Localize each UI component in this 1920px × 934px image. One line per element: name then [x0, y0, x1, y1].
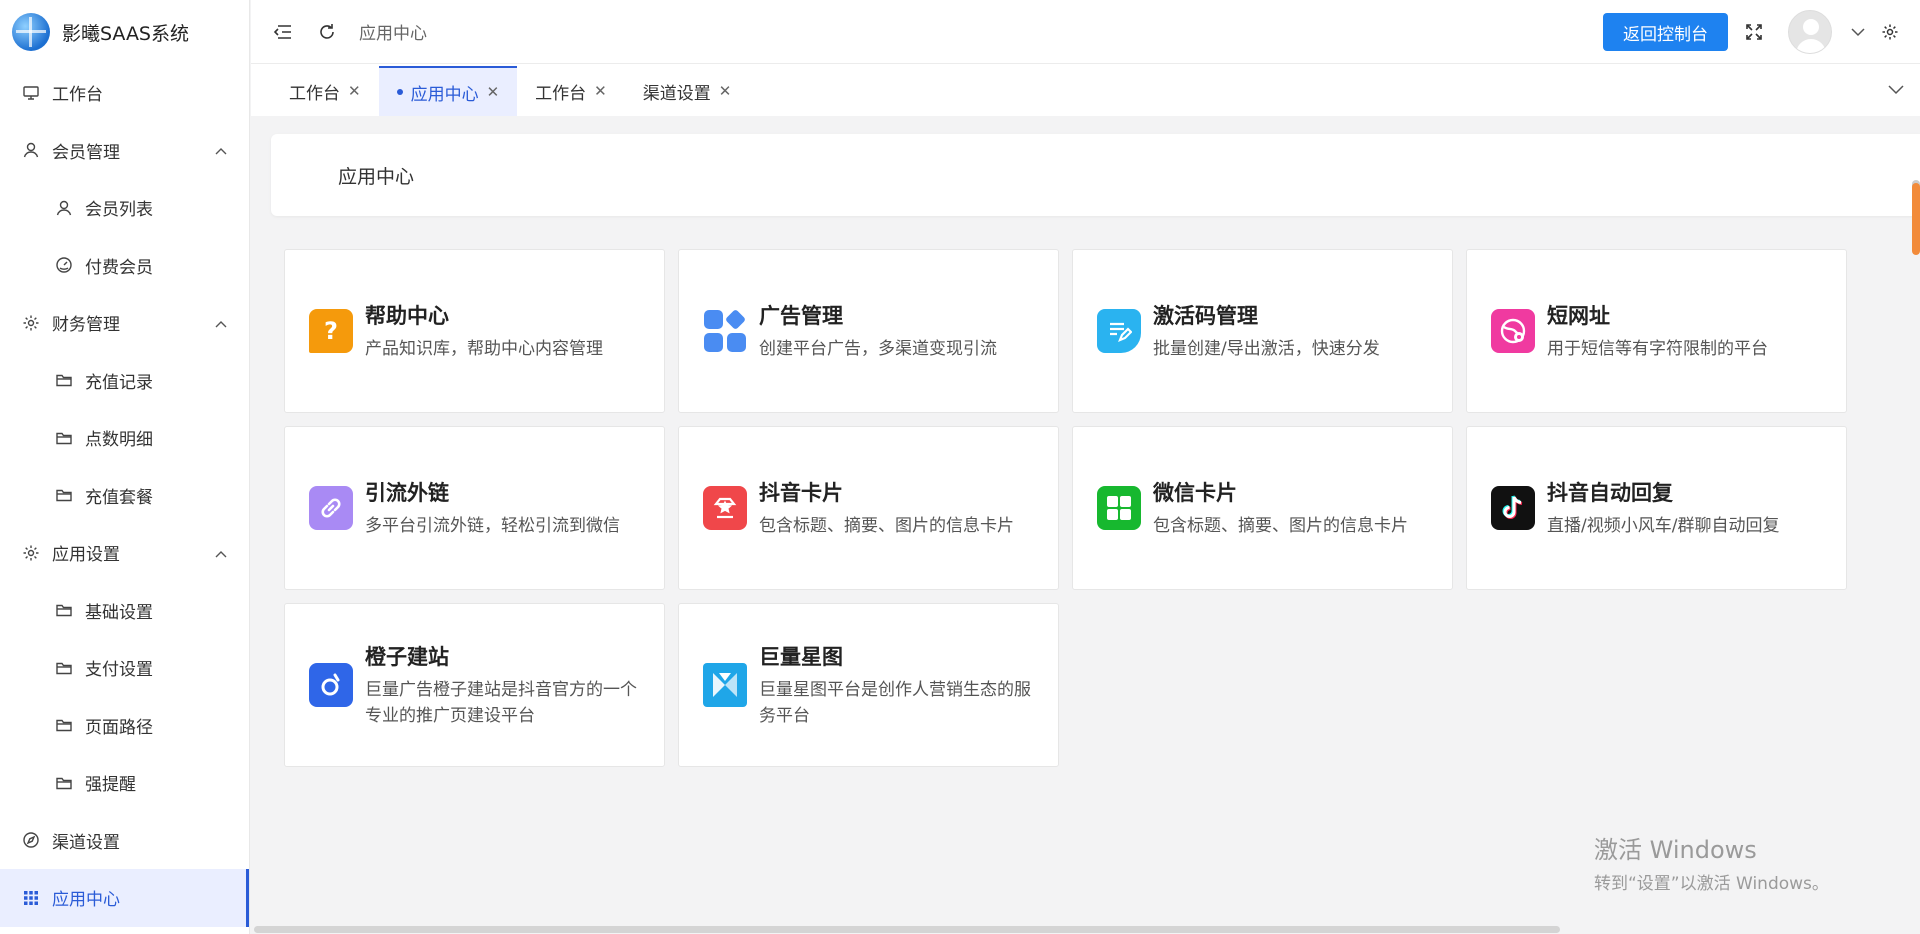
- sidebar-item-member-management[interactable]: 会员管理: [0, 122, 249, 180]
- sidebar-item-page-paths[interactable]: 页面路径: [0, 697, 249, 755]
- page-title: 应用中心: [338, 165, 415, 188]
- folder-icon: [55, 601, 73, 619]
- active-dot-icon: [396, 89, 403, 95]
- header-actions: 返回控制台: [1603, 0, 1902, 64]
- dashboard-icon: [55, 256, 73, 274]
- logo[interactable]: 影曦SAAS系统: [0, 0, 249, 64]
- close-icon[interactable]: ✕: [348, 82, 361, 100]
- gear-icon[interactable]: [1878, 20, 1902, 44]
- compass-icon: [22, 831, 40, 849]
- tab-workbench[interactable]: 工作台 ✕: [271, 66, 379, 116]
- user-icon: [55, 199, 73, 217]
- app-grid: ? 帮助中心 产品知识库，帮助中心内容管理 广告管理 创建平台广告，多渠道变现引流 …: [284, 249, 1847, 767]
- horizontal-scrollbar[interactable]: [254, 926, 1560, 933]
- gear-icon: [22, 314, 40, 332]
- chevron-down-icon[interactable]: [1888, 80, 1904, 100]
- sidebar-item-workbench[interactable]: 工作台: [0, 64, 249, 122]
- folder-icon: [55, 486, 73, 504]
- short-link-icon: [1491, 309, 1535, 353]
- tab-workbench-2[interactable]: 工作台 ✕: [517, 66, 625, 116]
- sidebar-item-recharge-packages[interactable]: 充值套餐: [0, 467, 249, 525]
- windows-activation-watermark: 激活 Windows 转到“设置”以激活 Windows。: [1594, 836, 1829, 894]
- star-map-icon: [703, 663, 747, 707]
- link-icon: [309, 486, 353, 530]
- gear-icon: [22, 544, 40, 562]
- app-card-help-center[interactable]: ? 帮助中心 产品知识库，帮助中心内容管理: [284, 249, 665, 413]
- top-header: 应用中心 返回控制台: [251, 0, 1920, 64]
- app-card-orange-site[interactable]: 橙子建站 巨量广告橙子建站是抖音官方的一个专业的推广页建设平台: [284, 603, 665, 767]
- sidebar-item-app-center[interactable]: 应用中心: [0, 869, 249, 927]
- help-icon: ?: [309, 309, 353, 353]
- sidebar-item-payment-settings[interactable]: 支付设置: [0, 639, 249, 697]
- folder-icon: [55, 716, 73, 734]
- folder-icon: [55, 371, 73, 389]
- apps-icon: [703, 309, 747, 353]
- sidebar-item-strong-reminder[interactable]: 强提醒: [0, 754, 249, 812]
- sidebar-item-channel-settings[interactable]: 渠道设置: [0, 812, 249, 870]
- close-icon[interactable]: ✕: [594, 82, 607, 100]
- back-to-console-button[interactable]: 返回控制台: [1603, 13, 1728, 51]
- avatar[interactable]: [1788, 10, 1832, 54]
- fullscreen-icon[interactable]: [1742, 20, 1766, 44]
- app-card-star-map[interactable]: 巨量星图 巨量星图平台是创作人营销生态的服务平台: [678, 603, 1059, 767]
- chevron-down-icon[interactable]: [1846, 20, 1870, 44]
- orange-site-icon: [309, 663, 353, 707]
- logo-text: 影曦SAAS系统: [62, 22, 189, 45]
- app-card-wechat-card[interactable]: 微信卡片 包含标题、摘要、图片的信息卡片: [1072, 426, 1453, 590]
- chevron-up-icon: [215, 543, 227, 563]
- card-icon: [703, 486, 747, 530]
- app-card-douyin-auto-reply[interactable]: 抖音自动回复 直播/视频小风车/群聊自动回复: [1466, 426, 1847, 590]
- close-icon[interactable]: ✕: [487, 83, 500, 101]
- chevron-up-icon: [215, 140, 227, 160]
- page-header: 应用中心: [271, 134, 1920, 216]
- sidebar-item-member-list[interactable]: 会员列表: [0, 179, 249, 237]
- user-icon: [22, 141, 40, 159]
- sidebar-item-basic-settings[interactable]: 基础设置: [0, 582, 249, 640]
- edit-note-icon: [1097, 309, 1141, 353]
- sidebar-item-paid-members[interactable]: 付费会员: [0, 237, 249, 295]
- app-card-traffic-link[interactable]: 引流外链 多平台引流外链，轻松引流到微信: [284, 426, 665, 590]
- sidebar-item-recharge-records[interactable]: 充值记录: [0, 352, 249, 410]
- sidebar-item-app-settings[interactable]: 应用设置: [0, 524, 249, 582]
- sidebar: 影曦SAAS系统 工作台 会员管理 会员列表 付费会员 财务管理 充值记录 点数…: [0, 0, 250, 934]
- folder-icon: [55, 659, 73, 677]
- globe-logo-icon: [12, 13, 50, 51]
- tab-bar: 工作台 ✕ 应用中心 ✕ 工作台 ✕ 渠道设置 ✕: [251, 64, 1920, 116]
- close-icon[interactable]: ✕: [719, 82, 732, 100]
- breadcrumb: 应用中心: [359, 24, 427, 44]
- monitor-icon: [22, 84, 40, 102]
- tab-app-center[interactable]: 应用中心 ✕: [378, 66, 518, 116]
- tiktok-icon: [1491, 486, 1535, 530]
- tab-channel-settings[interactable]: 渠道设置 ✕: [625, 66, 750, 116]
- app-card-short-url[interactable]: 短网址 用于短信等有字符限制的平台: [1466, 249, 1847, 413]
- app-card-ad-management[interactable]: 广告管理 创建平台广告，多渠道变现引流: [678, 249, 1059, 413]
- menu-collapse-icon[interactable]: [271, 20, 295, 44]
- wechat-card-icon: [1097, 486, 1141, 530]
- folder-icon: [55, 429, 73, 447]
- app-card-douyin-card[interactable]: 抖音卡片 包含标题、摘要、图片的信息卡片: [678, 426, 1059, 590]
- sidebar-item-points-details[interactable]: 点数明细: [0, 409, 249, 467]
- folder-icon: [55, 774, 73, 792]
- sidebar-item-finance-management[interactable]: 财务管理: [0, 294, 249, 352]
- sidebar-menu: 工作台 会员管理 会员列表 付费会员 财务管理 充值记录 点数明细 充值套餐 应…: [0, 64, 249, 927]
- grid-icon: [22, 889, 40, 907]
- refresh-icon[interactable]: [315, 20, 339, 44]
- chevron-up-icon: [215, 313, 227, 333]
- vertical-scrollbar-thumb[interactable]: [1912, 183, 1920, 255]
- app-card-activation-code[interactable]: 激活码管理 批量创建/导出激活，快速分发: [1072, 249, 1453, 413]
